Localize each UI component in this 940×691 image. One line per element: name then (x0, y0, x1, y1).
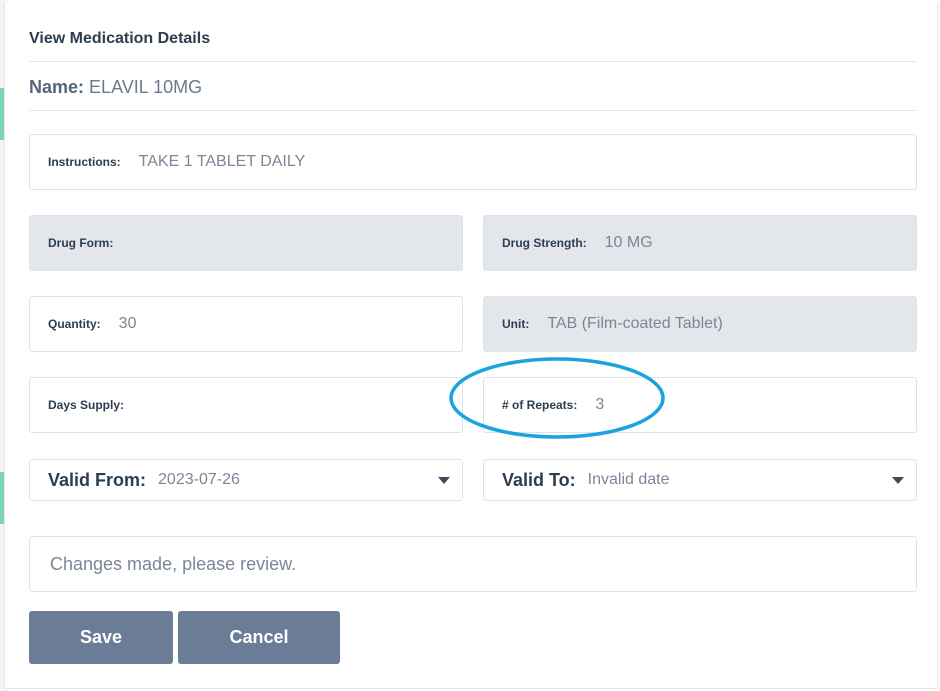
cancel-button[interactable]: Cancel (178, 611, 340, 664)
drug-strength-value: 10 MG (604, 234, 653, 251)
unit-label: Unit: (502, 317, 530, 331)
save-button[interactable]: Save (29, 611, 173, 664)
instructions-field[interactable]: Instructions: TAKE 1 TABLET DAILY (29, 134, 917, 190)
instructions-label: Instructions: (48, 155, 121, 169)
repeats-value: 3 (595, 396, 605, 413)
valid-to-label: Valid To: (502, 469, 576, 490)
name-value: ELAVIL 10MG (89, 77, 203, 97)
dialog-title: View Medication Details (29, 30, 211, 47)
days-supply-label: Days Supply: (48, 398, 125, 412)
valid-to-value: Invalid date (587, 471, 670, 488)
quantity-field[interactable]: Quantity: 30 (29, 296, 463, 352)
quantity-label: Quantity: (48, 317, 101, 331)
unit-field: Unit: TAB (Film-coated Tablet) (483, 296, 917, 352)
drug-form-field: Drug Form: (29, 215, 463, 271)
valid-to-select[interactable]: Valid To: Invalid date (483, 459, 917, 501)
name-divider (29, 110, 917, 111)
name-label: Name: (29, 77, 85, 97)
days-supply-field[interactable]: Days Supply: (29, 377, 463, 433)
instructions-value: TAKE 1 TABLET DAILY (138, 153, 306, 170)
repeats-field[interactable]: # of Repeats: 3 (483, 377, 917, 433)
drug-form-label: Drug Form: (48, 236, 114, 250)
repeats-label: # of Repeats: (502, 398, 578, 412)
quantity-value: 30 (118, 315, 137, 332)
valid-from-select[interactable]: Valid From: 2023-07-26 (29, 459, 463, 501)
drug-strength-field: Drug Strength: 10 MG (483, 215, 917, 271)
chevron-down-icon[interactable] (438, 477, 450, 484)
unit-value: TAB (Film-coated Tablet) (547, 315, 723, 332)
changes-notice: Changes made, please review. (29, 536, 917, 592)
chevron-down-icon[interactable] (892, 477, 904, 484)
title-divider (29, 61, 917, 62)
drug-strength-label: Drug Strength: (502, 236, 587, 250)
medication-details-dialog: View Medication Details Name: ELAVIL 10M… (4, 2, 938, 689)
valid-from-label: Valid From: (48, 469, 147, 490)
medication-name: Name: ELAVIL 10MG (29, 77, 202, 98)
valid-from-value: 2023-07-26 (158, 471, 240, 488)
